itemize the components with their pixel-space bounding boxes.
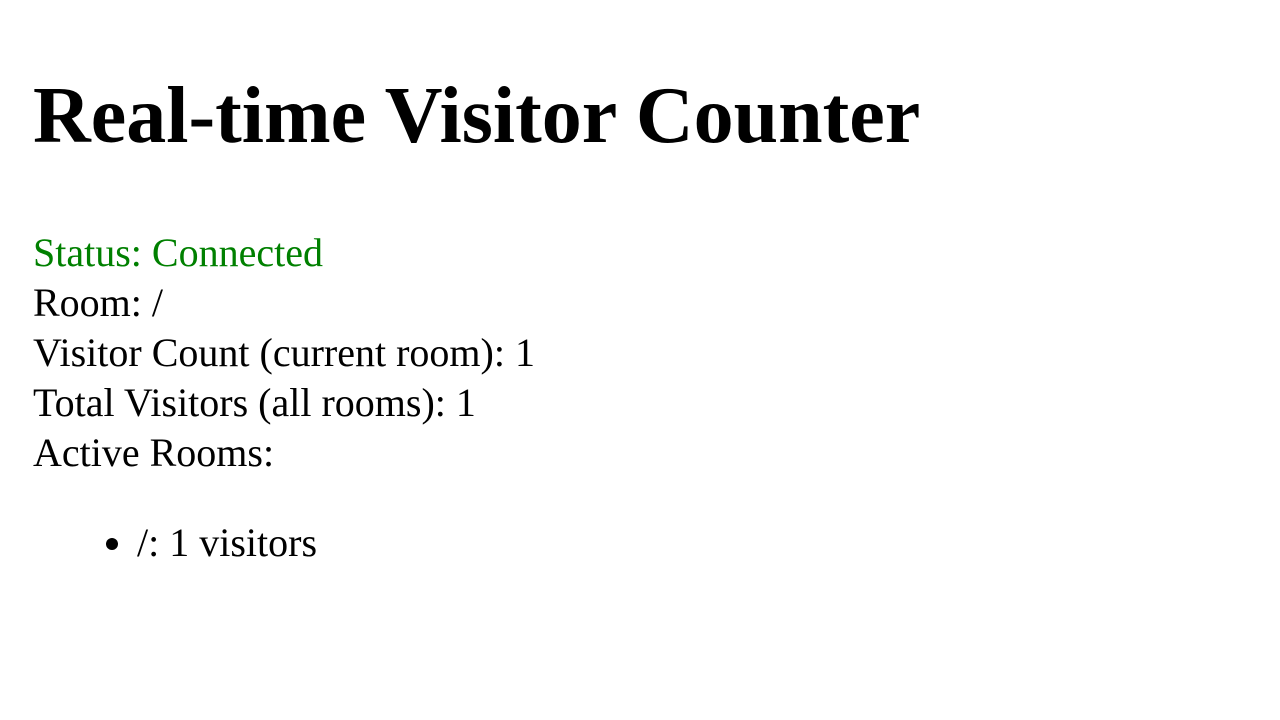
total-visitors: Total Visitors (all rooms): 1 xyxy=(33,380,476,425)
connection-status: Status: Connected xyxy=(33,230,323,275)
list-item: /: 1 visitors xyxy=(137,518,535,568)
active-rooms-list: /: 1 visitors xyxy=(33,518,535,568)
active-rooms-label: Active Rooms: xyxy=(33,430,275,475)
page-title: Real-time Visitor Counter xyxy=(33,72,921,160)
counter-info: Status: Connected Room: / Visitor Count … xyxy=(33,228,535,568)
visitor-count: Visitor Count (current room): 1 xyxy=(33,330,535,375)
room-label: Room: / xyxy=(33,280,164,325)
